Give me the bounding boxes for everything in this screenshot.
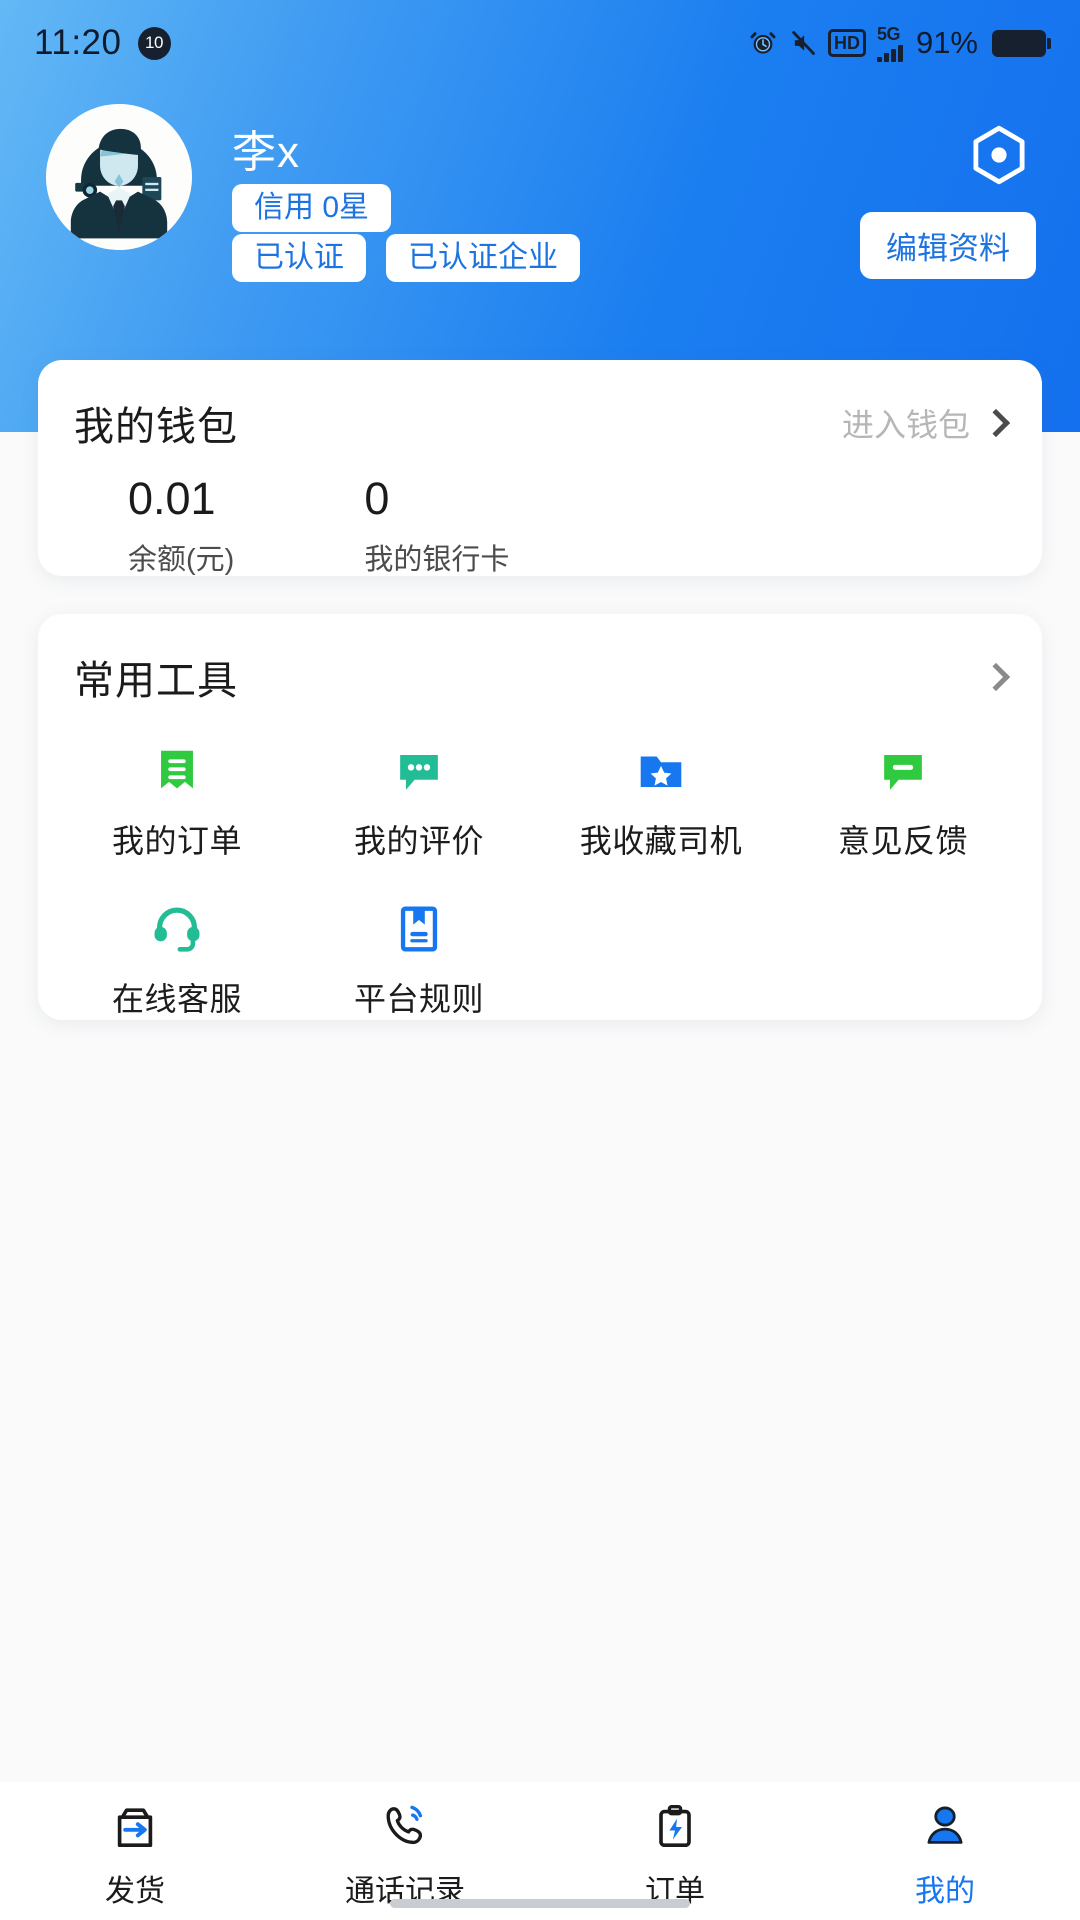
status-bar-left: 11:20 10 [34, 23, 171, 63]
tool-favorite-drivers[interactable]: 我收藏司机 [540, 740, 782, 862]
tool-label: 我的订单 [111, 823, 242, 859]
wallet-balance-value: 0.01 [128, 473, 216, 524]
tool-feedback[interactable]: 意见反馈 [782, 740, 1024, 862]
chevron-right-icon [981, 408, 1011, 438]
hexagon-settings-icon[interactable] [962, 118, 1036, 192]
shipping-box-arrow-icon [107, 1796, 163, 1858]
tool-my-orders[interactable]: 我的订单 [56, 740, 298, 862]
tab-call-records[interactable]: 通话记录 [270, 1796, 540, 1910]
person-icon [917, 1796, 973, 1858]
chevron-right-icon[interactable] [981, 662, 1011, 692]
notification-count-badge: 10 [137, 26, 171, 60]
alarm-icon [748, 28, 778, 58]
tool-online-support[interactable]: 在线客服 [56, 898, 298, 1020]
app-screen: 11:20 10 HD 5G 91% 李x 信用 0星 已认证 已认证企业 编辑… [0, 0, 1080, 1920]
tool-label: 我的评价 [353, 823, 484, 859]
credit-badge-row: 信用 0星 [232, 184, 392, 232]
wallet-bankcard-stat[interactable]: 0 我的银行卡 [234, 474, 509, 578]
wallet-bankcard-label: 我的银行卡 [364, 543, 510, 576]
tools-grid: 我的订单 我的评价 我收藏司机 意见反馈 在线客服 平台规则 [38, 706, 1042, 1020]
mute-icon [789, 28, 817, 58]
book-bookmark-icon [390, 898, 448, 960]
verified-badge: 已认证 [232, 234, 366, 282]
tool-platform-rules[interactable]: 平台规则 [298, 898, 540, 1020]
home-indicator [390, 1899, 690, 1908]
receipt-icon [148, 740, 206, 802]
tool-my-reviews[interactable]: 我的评价 [298, 740, 540, 862]
edit-profile-button[interactable]: 编辑资料 [860, 212, 1036, 279]
user-name: 李x [232, 128, 300, 177]
tool-label: 意见反馈 [837, 823, 968, 859]
verified-company-badge: 已认证企业 [386, 234, 580, 282]
tab-shipping[interactable]: 发货 [0, 1796, 270, 1910]
avatar[interactable] [46, 104, 192, 250]
bottom-navigation: 发货 通话记录 订单 我的 [0, 1782, 1080, 1920]
wallet-card[interactable]: 我的钱包 进入钱包 0.01 余额(元) 0 我的银行卡 [38, 360, 1042, 576]
tool-label: 平台规则 [353, 981, 484, 1017]
clipboard-bolt-icon [647, 1796, 703, 1858]
tab-mine[interactable]: 我的 [810, 1796, 1080, 1910]
enter-wallet-link[interactable]: 进入钱包 [841, 400, 1011, 446]
wallet-stats: 0.01 余额(元) 0 我的银行卡 [38, 452, 1042, 578]
tool-label: 在线客服 [111, 981, 242, 1017]
tab-orders[interactable]: 订单 [540, 1796, 810, 1910]
headset-icon [148, 898, 206, 960]
tools-title: 常用工具 [74, 659, 238, 703]
tool-label: 我收藏司机 [579, 823, 743, 859]
phone-call-icon [377, 1796, 433, 1858]
battery-icon [992, 29, 1051, 57]
hd-icon: HD [827, 29, 866, 57]
wallet-balance-label: 余额(元) [128, 543, 235, 576]
status-time: 11:20 [34, 23, 122, 62]
status-bar: 11:20 10 HD 5G 91% [0, 0, 1080, 86]
wallet-bankcard-value: 0 [364, 473, 390, 524]
folder-star-icon [632, 740, 690, 802]
battery-percent: 91% [915, 25, 978, 60]
signal-5g-icon: 5G [876, 25, 903, 62]
status-bar-right: HD 5G 91% [748, 25, 1051, 62]
tab-label: 发货 [105, 1875, 165, 1908]
verification-badge-row: 已认证 已认证企业 [232, 234, 580, 282]
credit-badge: 信用 0星 [232, 184, 392, 232]
wallet-card-header: 我的钱包 进入钱包 [38, 360, 1042, 452]
tools-card: 常用工具 我的订单 我的评价 我收藏司机 意见反馈 在线客服 平台规则 [38, 614, 1042, 1020]
tools-card-header[interactable]: 常用工具 [38, 614, 1042, 706]
wallet-title: 我的钱包 [74, 405, 238, 449]
enter-wallet-label: 进入钱包 [841, 407, 970, 443]
chat-dash-icon [874, 740, 932, 802]
tab-label: 我的 [915, 1875, 975, 1908]
chat-dots-icon [390, 740, 448, 802]
wallet-balance-stat[interactable]: 0.01 余额(元) [38, 474, 234, 578]
